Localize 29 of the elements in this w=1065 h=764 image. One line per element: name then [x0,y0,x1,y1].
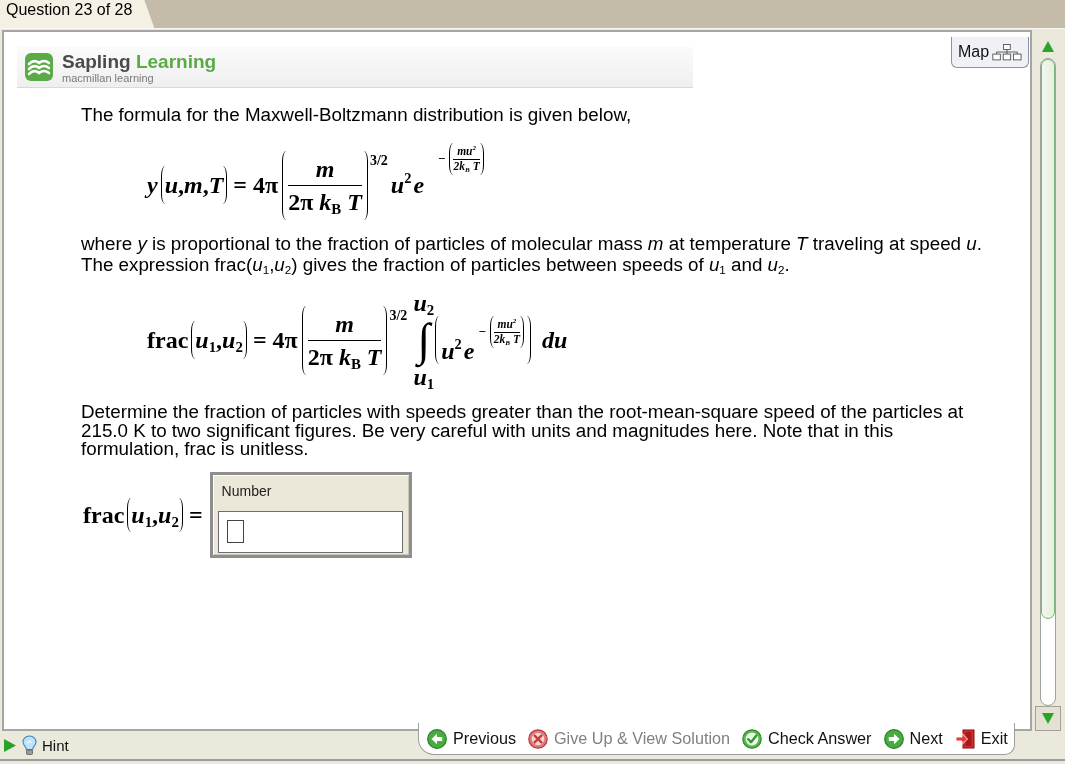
brand-tagline: macmillan learning [62,71,154,84]
wave-logo-icon [25,53,53,81]
field-label: Number [221,482,272,500]
lightbulb-icon [22,735,37,756]
equation: frac u$_{1}$,u$_{2}$ = [83,497,209,532]
x-circle-icon [528,728,548,749]
empty-box-icon [226,520,244,543]
down-triangle-icon [1042,713,1054,724]
description-text: where y is proportional to the fraction of particles of molecular mass m at temperature T traveling at speed u. [81,233,983,254]
scroll-up-icon[interactable] [1042,41,1054,52]
check-icon [742,728,763,749]
scrollbar-track[interactable] [1040,58,1056,706]
question-text: Determine the fraction of particles with speeds greater than the root-mean-square speed of the particles at 215.0 K to two significant figures. Be very careful with units and magnitudes here. Note that in this formulation, frac is unitless. [81,403,965,459]
scroll-down-button[interactable] [1035,706,1061,731]
next-button[interactable]: Next [878,728,948,749]
hint-button[interactable]: Hint [22,735,69,756]
map-button[interactable]: Map [951,37,1029,68]
caret-icon[interactable] [4,739,16,752]
intro-text: The formula for the Maxwell-Boltzmann distribution is given below, [81,104,633,126]
question-tab[interactable]: Question 23 of 28 [0,0,155,28]
hierarchy-icon [992,42,1022,62]
check-answer-button[interactable]: Check Answer [737,728,877,749]
scrollbar-thumb[interactable] [1041,59,1055,619]
answer-field[interactable] [217,510,403,553]
description-text: The expression frac(u$_{1}$,u$_{2}$) gives the fraction of particles between speeds of u$_{1}$ and u$_{2}$. [81,254,791,275]
brand-name: Sapling Learning [62,50,217,72]
door-arrow-icon [954,728,975,749]
exit-button[interactable]: Exit [949,728,1013,749]
previous-button[interactable]: Previous [422,728,521,749]
